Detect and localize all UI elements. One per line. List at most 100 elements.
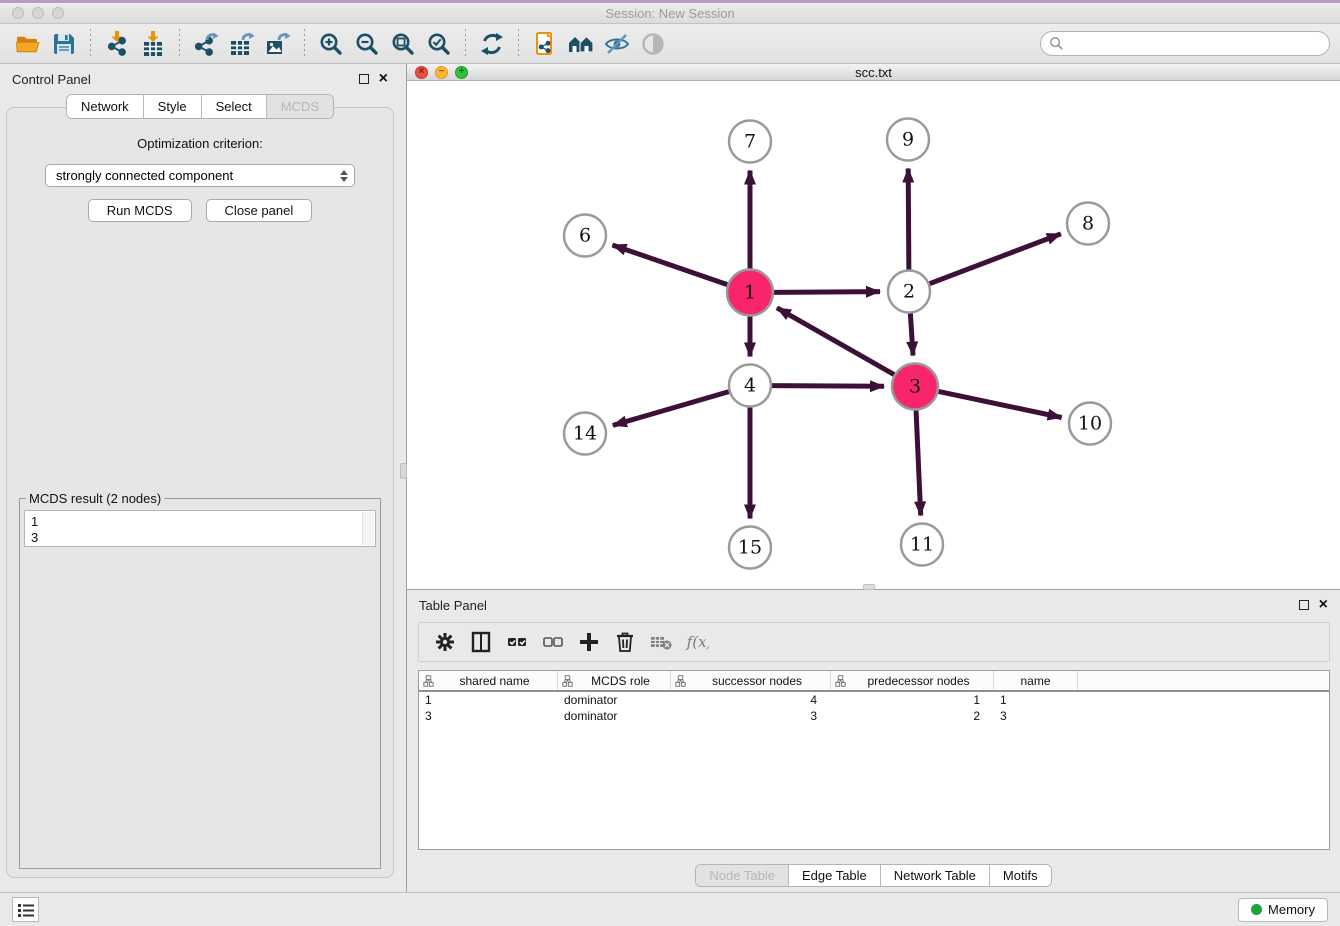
float-panel-icon[interactable]: [359, 74, 369, 84]
run-mcds-button[interactable]: Run MCDS: [88, 199, 192, 222]
horizontal-splitter-grip[interactable]: [863, 584, 875, 590]
table-settings-gear-icon[interactable]: [430, 627, 460, 657]
tab-style[interactable]: Style: [144, 95, 202, 118]
table-tab-network-table[interactable]: Network Table: [881, 865, 990, 886]
zoom-in-icon[interactable]: [315, 28, 347, 60]
column-header-shared-name[interactable]: shared name: [419, 671, 558, 690]
table-cell[interactable]: 3: [671, 708, 831, 724]
show-columns-icon[interactable]: [466, 627, 496, 657]
graph-node-3[interactable]: 3: [892, 364, 938, 410]
toolbar-separator: [465, 29, 466, 59]
delete-column-icon[interactable]: [610, 627, 640, 657]
export-table-icon[interactable]: [226, 28, 258, 60]
export-image-icon[interactable]: [262, 28, 294, 60]
tab-mcds[interactable]: MCDS: [267, 95, 333, 118]
search-input[interactable]: [1040, 31, 1330, 56]
network-canvas[interactable]: 7 9 6 8 1 2 4 3 14 10 15 11: [407, 81, 1340, 589]
edge-3-10[interactable]: [938, 391, 1061, 417]
graph-node-6[interactable]: 6: [564, 215, 606, 257]
mcds-result-list[interactable]: 13: [24, 510, 376, 547]
svg-text:1: 1: [744, 282, 756, 304]
edge-1-2[interactable]: [774, 292, 880, 293]
network-maximize-button[interactable]: +: [455, 66, 468, 79]
graph-node-15[interactable]: 15: [729, 527, 771, 569]
table-row[interactable]: 1dominator411: [419, 692, 1329, 708]
memory-button[interactable]: Memory: [1238, 898, 1328, 922]
edge-2-3[interactable]: [910, 313, 913, 355]
edge-2-9[interactable]: [908, 168, 909, 269]
first-neighbors-icon[interactable]: [565, 28, 597, 60]
table-panel-header: Table Panel ×: [407, 592, 1340, 618]
column-header-MCDS-role[interactable]: MCDS role: [558, 671, 671, 690]
hide-selected-icon[interactable]: [601, 28, 633, 60]
import-table-icon[interactable]: [137, 28, 169, 60]
graph-node-10[interactable]: 10: [1069, 403, 1111, 445]
graph-node-11[interactable]: 11: [901, 524, 943, 566]
close-table-panel-icon[interactable]: ×: [1319, 600, 1328, 610]
graph-node-4[interactable]: 4: [729, 365, 771, 407]
svg-text:4: 4: [744, 375, 756, 397]
table-cell[interactable]: 1: [831, 692, 994, 708]
function-builder-icon: f(x): [682, 627, 712, 657]
float-table-panel-icon[interactable]: [1299, 600, 1309, 610]
open-session-icon[interactable]: [12, 28, 44, 60]
graph-node-1[interactable]: 1: [727, 270, 773, 316]
deselect-all-rows-icon[interactable]: [538, 627, 568, 657]
apply-layout-icon[interactable]: [476, 28, 508, 60]
result-scrollbar[interactable]: [362, 512, 374, 545]
svg-text:9: 9: [902, 129, 914, 151]
tab-network[interactable]: Network: [67, 95, 144, 118]
task-history-button[interactable]: [12, 897, 39, 922]
right-column: × − + scc.txt 7968124314101511 Table Pan…: [407, 64, 1340, 892]
export-network-icon[interactable]: [190, 28, 222, 60]
import-network-icon[interactable]: [101, 28, 133, 60]
graph-node-8[interactable]: 8: [1067, 203, 1109, 245]
close-panel-button[interactable]: Close panel: [206, 199, 313, 222]
table-tab-edge-table[interactable]: Edge Table: [789, 865, 881, 886]
table-cell[interactable]: dominator: [558, 708, 671, 724]
select-all-rows-icon[interactable]: [502, 627, 532, 657]
graph-node-9[interactable]: 9: [887, 119, 929, 161]
svg-text:15: 15: [738, 537, 762, 559]
edge-2-8[interactable]: [930, 234, 1061, 284]
edge-4-14[interactable]: [613, 392, 729, 426]
column-header-successor-nodes[interactable]: successor nodes: [671, 671, 831, 690]
table-cell[interactable]: 3: [994, 708, 1078, 724]
table-tab-node-table[interactable]: Node Table: [696, 865, 789, 886]
edge-1-6[interactable]: [612, 245, 727, 285]
network-close-button[interactable]: ×: [415, 66, 428, 79]
table-cell[interactable]: 3: [419, 708, 558, 724]
tab-select[interactable]: Select: [202, 95, 267, 118]
toolbar-separator: [179, 29, 180, 59]
node-table[interactable]: shared nameMCDS rolesuccessor nodesprede…: [418, 670, 1330, 850]
optimization-criterion-select[interactable]: strongly connected component: [45, 164, 355, 187]
table-cell[interactable]: 1: [419, 692, 558, 708]
edge-3-11[interactable]: [916, 410, 921, 515]
delete-table-icon: [646, 627, 676, 657]
table-cell[interactable]: 2: [831, 708, 994, 724]
edge-3-1[interactable]: [777, 308, 894, 375]
task-list-icon: [17, 902, 35, 918]
table-tab-motifs[interactable]: Motifs: [990, 865, 1051, 886]
table-cell[interactable]: 4: [671, 692, 831, 708]
network-minimize-button[interactable]: −: [435, 66, 448, 79]
add-column-icon[interactable]: [574, 627, 604, 657]
zoom-out-icon[interactable]: [351, 28, 383, 60]
graph-node-7[interactable]: 7: [729, 121, 771, 163]
graph-node-14[interactable]: 14: [564, 413, 606, 455]
edge-4-3[interactable]: [772, 386, 884, 387]
close-panel-icon[interactable]: ×: [379, 74, 388, 84]
table-cell[interactable]: 1: [994, 692, 1078, 708]
zoom-selected-icon[interactable]: [423, 28, 455, 60]
save-session-icon[interactable]: [48, 28, 80, 60]
table-cell[interactable]: dominator: [558, 692, 671, 708]
table-row[interactable]: 3dominator323: [419, 708, 1329, 724]
zoom-fit-icon[interactable]: [387, 28, 419, 60]
graph-node-2[interactable]: 2: [888, 271, 930, 313]
column-header-predecessor-nodes[interactable]: predecessor nodes: [831, 671, 994, 690]
panel-splitter[interactable]: [400, 64, 407, 892]
column-header-name[interactable]: name: [994, 671, 1078, 690]
new-network-from-selection-icon[interactable]: [529, 28, 561, 60]
splitter-grip[interactable]: [400, 463, 407, 479]
network-graph[interactable]: 7 9 6 8 1 2 4 3 14 10 15 11: [407, 81, 1340, 589]
